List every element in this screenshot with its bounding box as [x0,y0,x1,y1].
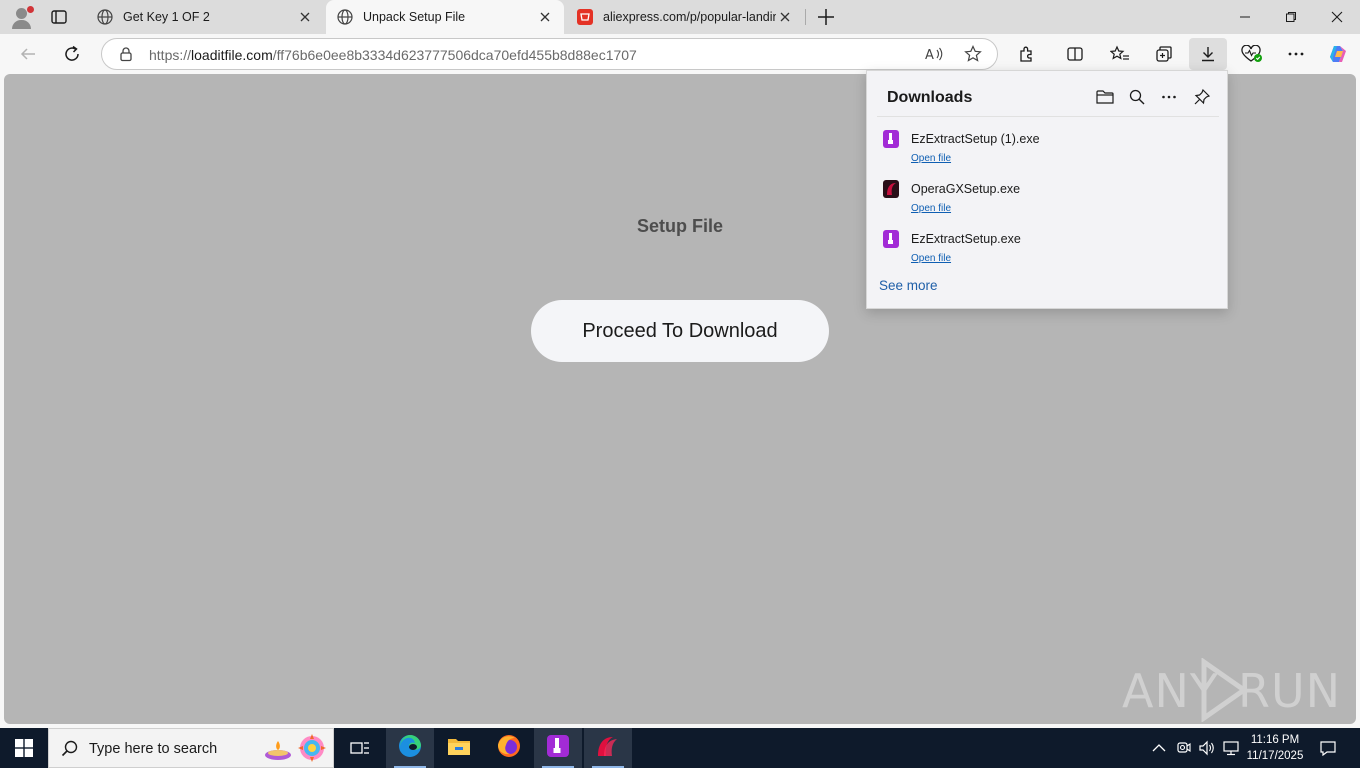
search-icon[interactable] [1125,85,1149,109]
ezextract-icon [546,734,570,763]
clock-time: 11:16 PM [1250,734,1300,746]
close-tab-icon[interactable] [776,8,794,26]
edge-icon [397,733,423,764]
pin-icon[interactable] [1190,85,1214,109]
meet-now-icon[interactable] [1172,728,1194,768]
taskbar-operagx[interactable] [584,728,632,768]
open-file-link[interactable]: Open file [911,203,951,214]
download-item[interactable]: EzExtractSetup.exe Open file [867,226,1227,270]
anyrun-watermark: ANY RUN [1118,658,1340,722]
tab-get-key[interactable]: Get Key 1 OF 2 [86,0,324,34]
favorite-star-icon[interactable] [964,45,982,68]
folder-icon [447,735,471,762]
notifications-icon[interactable] [1316,728,1340,768]
svg-text:A: A [925,48,934,63]
refresh-icon[interactable] [58,40,86,68]
url-text: https://loaditfile.com/ff76b6e0ee8b3334d… [149,47,637,63]
download-item[interactable]: OperaGXSetup.exe Open file [867,176,1227,220]
download-file-name: EzExtractSetup.exe [911,232,1021,246]
tab-title: Unpack Setup File [363,10,466,24]
split-screen-icon[interactable] [1061,40,1089,68]
tab-title: Get Key 1 OF 2 [123,10,210,24]
volume-icon[interactable] [1196,728,1218,768]
tab-aliexpress[interactable]: aliexpress.com/p/popular-landing [566,0,804,34]
tab-title: aliexpress.com/p/popular-landing [603,10,776,24]
aliexpress-icon [576,8,594,26]
open-file-link[interactable]: Open file [911,153,951,164]
close-tab-icon[interactable] [536,8,554,26]
browser-toolbar: https://loaditfile.com/ff76b6e0ee8b3334d… [0,34,1360,74]
extensions-icon[interactable] [1013,40,1041,68]
operagx-icon [595,734,621,763]
tab-strip: Get Key 1 OF 2 Unpack Setup File aliexpr… [0,0,1360,34]
firefox-icon [496,733,522,764]
download-file-name: OperaGXSetup.exe [911,182,1021,196]
ezextract-icon [883,230,899,248]
new-tab-icon[interactable] [815,6,837,28]
search-placeholder: Type here to search [89,741,218,757]
globe-icon [96,8,114,26]
close-tab-icon[interactable] [296,8,314,26]
globe-icon [336,8,354,26]
downloads-title: Downloads [887,89,973,106]
search-icon [61,740,79,763]
collections-icon[interactable] [1150,40,1178,68]
address-bar[interactable]: https://loaditfile.com/ff76b6e0ee8b3334d… [101,38,998,70]
more-options-icon[interactable] [1282,40,1310,68]
taskbar-firefox[interactable] [485,728,533,768]
operagx-icon [883,180,899,198]
browser-essentials-icon[interactable] [1238,40,1266,68]
windows-start-icon[interactable] [0,728,48,768]
download-item[interactable]: EzExtractSetup (1).exe Open file [867,126,1227,170]
tab-actions-icon[interactable] [50,8,68,26]
divider [877,116,1219,117]
see-more-link[interactable]: See more [879,278,938,293]
clock-date: 11/17/2025 [1246,750,1304,762]
tab-separator [805,9,806,25]
rangoli-icon [297,733,327,768]
download-file-name: EzExtractSetup (1).exe [911,132,1040,146]
back-icon[interactable] [14,40,42,68]
taskbar-file-explorer[interactable] [435,728,483,768]
show-hidden-icons-icon[interactable] [1148,728,1170,768]
lock-icon[interactable] [118,46,134,67]
open-file-link[interactable]: Open file [911,253,951,264]
system-clock[interactable]: 11:16 PM 11/17/2025 [1242,732,1308,764]
close-window-icon[interactable] [1314,0,1360,34]
more-options-icon[interactable] [1157,85,1181,109]
network-icon[interactable] [1220,728,1242,768]
read-aloud-icon[interactable]: A [924,45,944,68]
minimize-icon[interactable] [1222,0,1268,34]
diwali-lamp-icon [263,735,293,768]
profile-avatar-icon[interactable] [10,6,34,30]
copilot-icon[interactable] [1324,40,1352,68]
task-view-icon[interactable] [336,728,384,768]
proceed-to-download-button[interactable]: Proceed To Download [531,300,829,362]
tab-unpack-setup-file[interactable]: Unpack Setup File [326,0,564,34]
restore-icon[interactable] [1268,0,1314,34]
favorites-icon[interactable] [1106,40,1134,68]
ezextract-icon [883,130,899,148]
taskbar-search-box[interactable]: Type here to search [48,728,334,768]
downloads-panel: Downloads EzExtractSetup (1).exe Open fi… [866,70,1228,309]
taskbar-ezextract[interactable] [534,728,582,768]
taskbar: Type here to search 11:16 PM 11/17/2025 [0,728,1360,768]
downloads-icon[interactable] [1189,38,1227,70]
taskbar-edge[interactable] [386,728,434,768]
open-folder-icon[interactable] [1093,85,1117,109]
